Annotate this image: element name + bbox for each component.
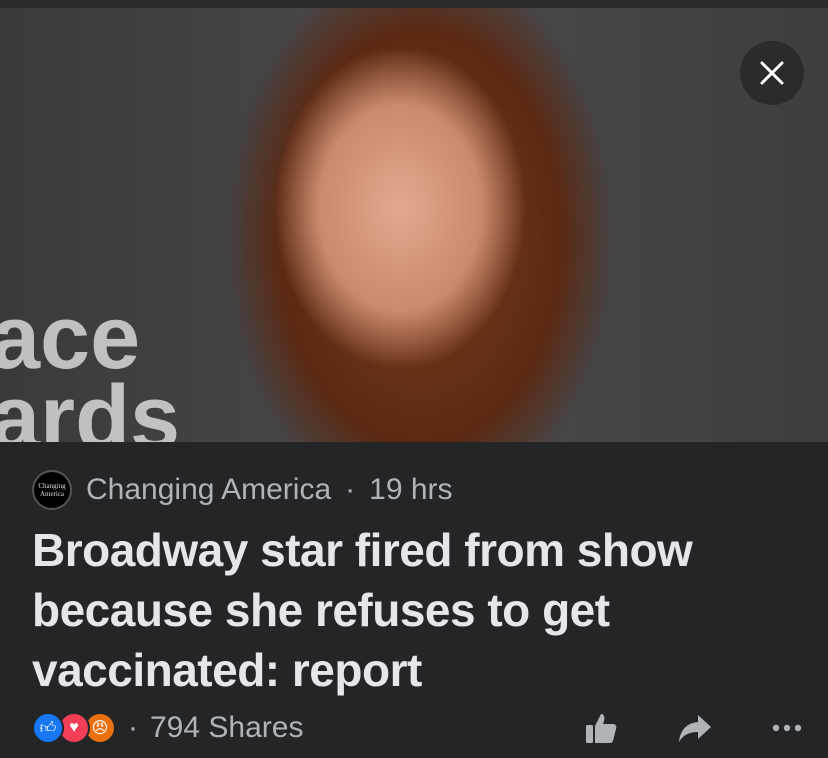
like-reaction-icon: 👍︎ [32,712,64,744]
source-name[interactable]: Changing America [86,473,331,507]
separator-dot: · [345,473,356,506]
share-button-icon[interactable] [678,713,712,743]
article-image[interactable]: ace ards [0,8,828,442]
post-footer: 👍︎ ♥ 😠︎ · 794 Shares [32,706,802,750]
source-logo[interactable]: Changing America [32,470,72,510]
separator-dot: · [128,711,138,744]
close-button[interactable] [740,41,804,105]
headline[interactable]: Broadway star fired from show because sh… [32,520,792,700]
close-icon [760,61,784,85]
like-button-icon[interactable] [584,711,618,745]
more-options-icon[interactable] [772,724,802,732]
post-time[interactable]: 19 hrs [369,473,452,507]
post-meta: Changing America Changing America · 19 h… [32,470,453,510]
top-strip [0,0,828,8]
background-text: ace ards [0,288,181,442]
share-count[interactable]: 794 Shares [150,711,303,745]
